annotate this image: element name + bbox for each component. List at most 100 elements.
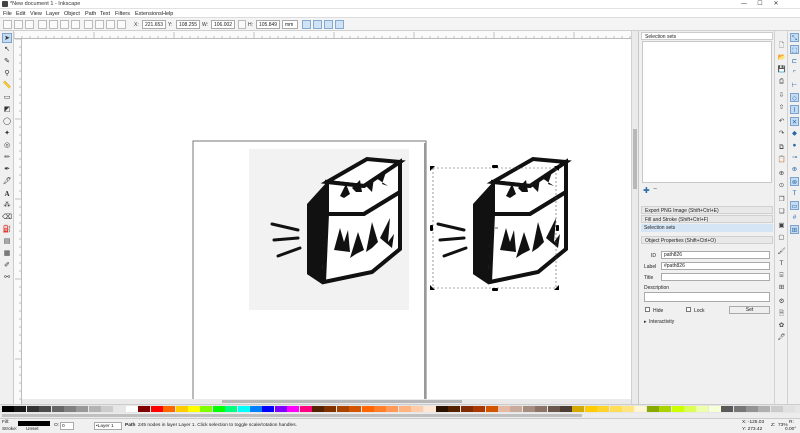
palette-swatch[interactable] <box>411 406 424 412</box>
palette-swatch[interactable] <box>26 406 39 412</box>
maximize-button[interactable]: ☐ <box>752 0 768 9</box>
palette-swatch[interactable] <box>175 406 188 412</box>
dock-item-fill-stroke[interactable]: Fill and Stroke (Shift+Ctrl+F) <box>641 215 773 223</box>
snap-bbox-edges-icon[interactable]: ⊏ <box>790 57 799 66</box>
snap-bbox-midpoints-icon[interactable]: ⊢ <box>790 81 799 90</box>
palette-swatch[interactable] <box>423 406 436 412</box>
palette-swatch[interactable] <box>634 406 647 412</box>
rotation-value[interactable]: 0.00° <box>785 427 796 432</box>
palette-swatch[interactable] <box>671 406 684 412</box>
zoom-tool-icon[interactable]: ⚲ <box>2 69 12 79</box>
dock-item-selection-sets[interactable]: Selection sets <box>641 224 773 232</box>
remove-set-icon[interactable]: − <box>653 186 657 193</box>
palette-swatch[interactable] <box>163 406 176 412</box>
print-icon[interactable]: ⎙ <box>777 77 786 86</box>
snap-smooth-nodes-icon[interactable]: ● <box>790 141 799 150</box>
add-set-icon[interactable]: ✚ <box>643 186 650 195</box>
selector-tool-icon[interactable]: ➤ <box>2 33 12 43</box>
zoom-drawing-icon[interactable]: ⊙ <box>777 181 786 190</box>
menu-filters[interactable]: Filters <box>115 11 130 17</box>
palette-swatch[interactable] <box>733 406 746 412</box>
palette-swatch[interactable] <box>299 406 312 412</box>
menu-help[interactable]: Help <box>162 11 173 17</box>
palette-swatch[interactable] <box>287 406 300 412</box>
connector-tool-icon[interactable]: ⚯ <box>2 273 12 283</box>
snap-text-baseline-icon[interactable]: T <box>790 189 799 198</box>
palette-swatch[interactable] <box>113 406 126 412</box>
vertical-scroll-thumb[interactable] <box>633 129 637 189</box>
palette-swatch[interactable] <box>609 406 622 412</box>
palette-swatch[interactable] <box>150 406 163 412</box>
palette-swatch[interactable] <box>88 406 101 412</box>
snap-nodes-icon[interactable]: ◇ <box>790 93 799 102</box>
tweak-tool-icon[interactable]: ✎ <box>2 57 12 67</box>
palette-swatch[interactable] <box>684 406 696 412</box>
dock-item-export[interactable]: Export PNG Image (Shift+Ctrl+E) <box>641 206 773 214</box>
text-tool-icon[interactable]: A <box>2 189 12 199</box>
palette-swatch[interactable] <box>101 406 114 412</box>
gradient-tool-icon[interactable]: ▤ <box>2 237 12 247</box>
label-input[interactable]: #path826 <box>661 262 770 270</box>
paint-bucket-tool-icon[interactable]: ⛽ <box>2 225 12 235</box>
star-tool-icon[interactable]: ✦ <box>2 129 12 139</box>
snap-midpoints-icon[interactable]: ⊸ <box>790 153 799 162</box>
preferences-icon[interactable]: ⚙ <box>777 297 786 306</box>
palette-scroll-thumb[interactable] <box>2 414 582 417</box>
palette-swatch[interactable] <box>436 406 448 412</box>
symbols-icon[interactable]: ✿ <box>777 321 786 330</box>
palette-swatch[interactable] <box>547 406 560 412</box>
palette-swatch[interactable] <box>349 406 362 412</box>
lower-button[interactable] <box>106 20 115 29</box>
minimize-button[interactable]: — <box>736 0 752 9</box>
palette-swatch[interactable] <box>659 406 672 412</box>
zoom-selection-icon[interactable]: ⊕ <box>777 169 786 178</box>
palette-swatch[interactable] <box>572 406 585 412</box>
select-all-button[interactable] <box>3 20 12 29</box>
palette-swatch[interactable] <box>485 406 498 412</box>
import-icon[interactable]: ⇩ <box>777 91 786 100</box>
deselect-button[interactable] <box>25 20 34 29</box>
undo-icon[interactable]: ↶ <box>777 117 786 126</box>
copy-icon[interactable]: ⧉ <box>777 143 786 152</box>
opacity-input[interactable]: 0 <box>60 422 74 430</box>
pen-tool-icon[interactable]: ✒ <box>2 165 12 175</box>
palette-swatch[interactable] <box>237 406 250 412</box>
menu-object[interactable]: Object <box>64 11 80 17</box>
ellipse-tool-icon[interactable]: ◯ <box>2 117 12 127</box>
palette-swatch[interactable] <box>473 406 486 412</box>
description-textarea[interactable] <box>644 292 770 302</box>
width-input[interactable]: 106.002 <box>211 20 235 29</box>
palette-swatch[interactable] <box>510 406 523 412</box>
pencil-tool-icon[interactable]: ✏ <box>2 153 12 163</box>
palette-swatch[interactable] <box>324 406 337 412</box>
scale-corners-toggle[interactable] <box>313 20 322 29</box>
snap-paths-icon[interactable]: ⌇ <box>790 105 799 114</box>
group-icon[interactable]: ▣ <box>777 221 786 230</box>
dropper-tool-icon[interactable]: ✐ <box>2 261 12 271</box>
calligraphy-tool-icon[interactable]: 🖋 <box>2 177 12 187</box>
palette-swatch[interactable] <box>250 406 262 412</box>
palette-swatch[interactable] <box>274 406 287 412</box>
move-gradients-toggle[interactable] <box>324 20 333 29</box>
horizontal-scroll-thumb[interactable] <box>222 400 462 403</box>
select-all-layers-button[interactable] <box>14 20 23 29</box>
raise-to-top-button[interactable] <box>84 20 93 29</box>
layer-select[interactable]: •Layer 1 <box>94 422 122 430</box>
palette-swatch[interactable] <box>138 406 151 412</box>
palette-swatch[interactable] <box>312 406 324 412</box>
house-graphic-traced-path[interactable] <box>436 157 568 286</box>
paint-icon[interactable]: 🖋 <box>777 333 786 342</box>
lower-to-bottom-button[interactable] <box>117 20 126 29</box>
palette-swatch[interactable] <box>622 406 634 412</box>
fill-stroke-icon[interactable]: 🖌 <box>777 247 786 256</box>
palette-swatch[interactable] <box>126 406 138 412</box>
hide-checkbox[interactable] <box>645 307 650 312</box>
lock-checkbox[interactable] <box>686 307 691 312</box>
mesh-tool-icon[interactable]: ▦ <box>2 249 12 259</box>
palette-swatch[interactable] <box>51 406 64 412</box>
palette-swatch[interactable] <box>597 406 610 412</box>
snap-bbox-corners-icon[interactable]: ⌜ <box>790 69 799 78</box>
selection-sets-list[interactable] <box>642 41 772 183</box>
open-icon[interactable]: 📂 <box>777 53 786 62</box>
dock-item-object-properties[interactable]: Object Properties (Shift+Ctrl+O) <box>641 236 773 244</box>
